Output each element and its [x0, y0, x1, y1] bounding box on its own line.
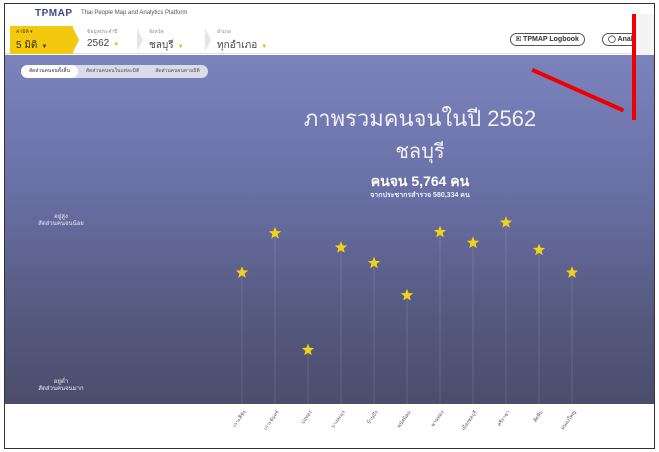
district-label[interactable]: พานทอง	[430, 409, 446, 428]
district-label[interactable]: เกาะจันทร์	[262, 409, 281, 432]
district-label[interactable]: พนัสนิคม	[396, 409, 413, 429]
district-label[interactable]: บางละมุง	[330, 409, 347, 429]
district-star-chart: เกาะสีชัง เกาะจันทร์ บ่อทอง บางละมุง บ้านบึง…	[231, 216, 579, 432]
district-label[interactable]: หนองใหญ่	[559, 409, 577, 431]
district-label[interactable]: ศรีราชา	[496, 409, 512, 428]
district-label[interactable]: สัตหีบ	[532, 409, 545, 423]
district-label[interactable]: เกาะสีชัง	[231, 409, 248, 429]
app-window: TPMAP Thai People Map and Analytics Plat…	[4, 3, 655, 449]
district-label[interactable]: บ้านบึง	[365, 409, 380, 426]
district-label[interactable]: เมืองชลบุรี	[460, 409, 479, 432]
annotation-arrow-vertical	[632, 14, 636, 120]
district-label[interactable]: บ่อทอง	[300, 409, 314, 425]
